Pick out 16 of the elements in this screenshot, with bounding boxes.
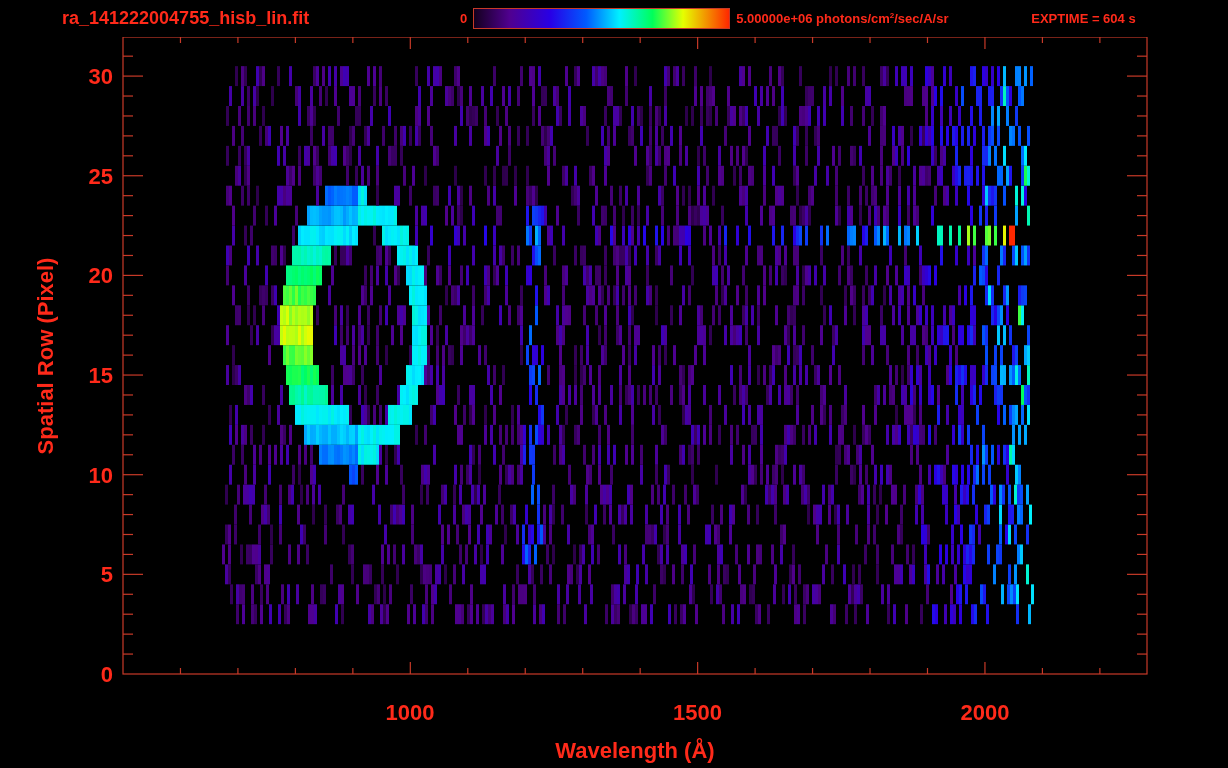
y-tick-label: 25 — [88, 163, 113, 189]
exposure-time: EXPTIME = 604 s — [1031, 11, 1136, 26]
file-title: ra_141222004755_hisb_lin.fit — [62, 8, 311, 29]
x-axis-title: Wavelength (Å) — [555, 738, 715, 763]
y-tick-label: 10 — [88, 462, 113, 488]
y-tick-label: 20 — [88, 263, 113, 289]
y-tick-label: 0 — [100, 661, 113, 687]
colorbar-min-label: 0 — [460, 11, 468, 26]
x-tick-label: 1000 — [385, 700, 435, 725]
x-tick-label: 1500 — [673, 700, 722, 725]
x-tick-label: 2000 — [960, 700, 1010, 725]
y-tick-label: 30 — [88, 64, 113, 89]
y-tick-label: 15 — [88, 362, 113, 388]
y-tick-label: 5 — [100, 562, 113, 588]
y-axis-title: Spatial Row (Pixel) — [33, 257, 58, 455]
colorbar-max-label: 5.00000e+06 photons/cm$^{2}$/sec/A/sr — [736, 10, 950, 27]
